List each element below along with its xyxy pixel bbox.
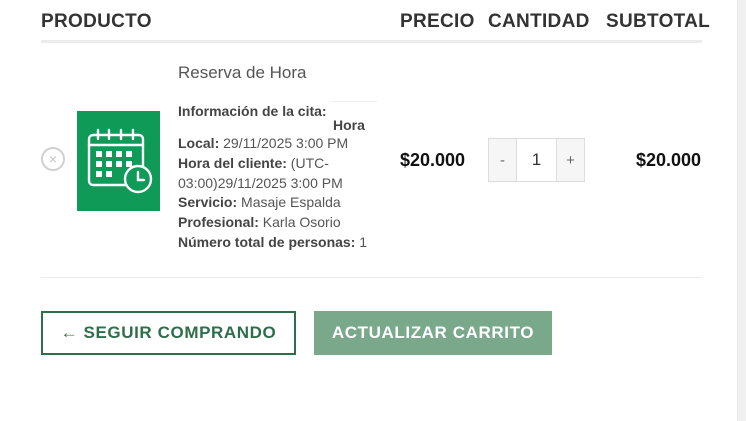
meta-persons: Número total de personas: 1 <box>178 234 367 250</box>
header-divider <box>41 40 702 43</box>
meta-professional-label: Profesional: <box>178 214 259 230</box>
meta-service-value: Masaje Espalda <box>237 194 341 210</box>
meta-persons-value: 1 <box>355 234 368 250</box>
meta-info: Información de la cita: <box>178 103 327 119</box>
meta-professional-value: Karla Osorio <box>258 214 341 230</box>
meta-local: Local: 29/11/2025 3:00 PM <box>178 135 348 151</box>
quantity-decrease-button[interactable]: - <box>489 139 516 181</box>
quantity-increase-button[interactable]: + <box>557 139 584 181</box>
product-thumbnail[interactable] <box>77 111 160 211</box>
continue-shopping-button[interactable]: ← SEGUIR COMPRANDO <box>41 311 296 355</box>
meta-client-time-cont: 03:00)29/11/2025 3:00 PM <box>178 175 343 191</box>
quantity-stepper: - 1 + <box>488 138 585 182</box>
meta-client-time: Hora del cliente: (UTC- <box>178 155 329 171</box>
meta-professional: Profesional: Karla Osorio <box>178 214 341 230</box>
header-quantity: CANTIDAD <box>488 11 590 32</box>
meta-local-value: 29/11/2025 3:00 PM <box>219 135 349 151</box>
page-edge <box>737 0 746 421</box>
product-name-link[interactable]: Reserva de Hora <box>178 63 307 83</box>
meta-persons-label: Número total de personas: <box>178 234 356 250</box>
meta-info-value: Hora <box>333 117 365 133</box>
header-product: PRODUCTO <box>41 11 152 32</box>
meta-local-label: Local: <box>178 135 220 151</box>
meta-service: Servicio: Masaje Espalda <box>178 194 341 210</box>
header-subtotal: SUBTOTAL <box>606 11 711 32</box>
calendar-clock-icon <box>87 128 153 194</box>
meta-client-time-label: Hora del cliente: <box>178 155 287 171</box>
row-divider <box>41 277 702 278</box>
meta-service-label: Servicio: <box>178 194 238 210</box>
item-price: $20.000 <box>400 150 466 170</box>
quantity-input[interactable]: 1 <box>516 139 557 181</box>
meta-info-label: Información de la cita: <box>178 103 327 119</box>
header-price: PRECIO <box>400 11 475 32</box>
meta-client-time-value: (UTC- <box>286 155 329 171</box>
item-subtotal: $20.000 <box>636 150 702 170</box>
update-cart-button[interactable]: ACTUALIZAR CARRITO <box>314 311 552 355</box>
remove-item-button[interactable]: × <box>41 147 65 171</box>
